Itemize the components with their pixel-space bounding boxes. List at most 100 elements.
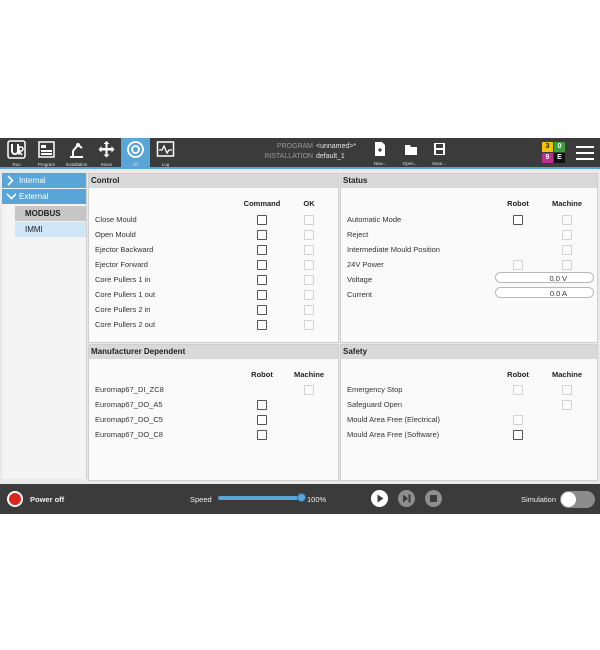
nav-move[interactable]: Move [92,138,121,167]
ok-checkbox-close-mould [304,215,314,225]
sidebar-item-external-label: External [19,192,49,201]
status-row-label: 24V Power [347,260,384,269]
folder-icon [405,145,417,155]
status-row-label: Intermediate Mould Position [347,245,440,254]
play-icon [377,494,384,503]
machine-checkbox-automatic-mode [562,215,572,225]
control-row-label: Core Pullers 2 in [95,305,151,314]
control-row-label: Open Mould [95,230,136,239]
nav-io[interactable]: I/O [121,138,150,167]
ok-checkbox-open-mould [304,230,314,240]
status-row-label: Reject [347,230,369,239]
badge-bl: 9 [542,153,553,163]
top-bar: Run Program Installation Move I/O Log PR… [0,138,600,169]
open-button[interactable]: Open... [398,140,422,167]
safety-col-robot: Robot [507,370,529,379]
safety-col-machine: Machine [551,370,582,379]
sidebar-item-modbus[interactable]: MODBUS [15,206,86,221]
command-checkbox-core-pullers-2-out[interactable] [257,320,267,330]
sidebar-item-internal-label: Internal [19,176,46,185]
command-checkbox-core-pullers-1-out[interactable] [257,290,267,300]
status-badge[interactable]: 3 0 9 E [542,142,566,164]
ur-logo-icon [7,140,26,159]
machine-checkbox-intermediate-mould-position [562,245,572,255]
control-row-label: Ejector Forward [95,260,148,269]
control-panel: Control Command OK Close Mould Open Moul… [88,173,339,343]
manufacturer-col-machine: Machine [293,370,324,379]
save-icon [434,143,445,155]
step-icon [403,494,411,503]
ok-checkbox-ejector-backward [304,245,314,255]
manufacturer-panel: Manufacturer Dependent Robot Machine Eur… [88,344,339,481]
simulation-label: Simulation [521,495,557,504]
control-title: Control [89,174,338,188]
menu-icon[interactable] [576,146,594,164]
badge-tr: 0 [554,142,565,152]
robot-checkbox-mould-area-electrical [513,415,523,425]
power-icon [9,493,21,505]
command-checkbox-close-mould[interactable] [257,215,267,225]
command-checkbox-core-pullers-2-in[interactable] [257,305,267,315]
stop-button[interactable] [425,490,442,507]
control-col-command: Command [243,199,281,208]
simulation-toggle[interactable] [560,491,595,508]
speed-slider-handle[interactable] [297,493,306,502]
nav-program[interactable]: Program [32,138,61,167]
nav-run[interactable]: Run [2,138,31,167]
control-row-label: Core Pullers 2 out [95,320,156,329]
chevron-right-icon [7,175,14,186]
status-title: Status [341,174,597,188]
robot-checkbox-do-c8[interactable] [257,430,267,440]
program-key: PROGRAM [276,143,313,150]
robot-checkbox-do-c5[interactable] [257,415,267,425]
save-button[interactable]: Save... [427,140,451,167]
command-checkbox-ejector-backward[interactable] [257,245,267,255]
machine-checkbox-emergency-stop [562,385,572,395]
robot-checkbox-mould-area-software[interactable] [513,430,523,440]
nav-log[interactable]: Log [151,138,180,167]
sidebar-item-modbus-label: MODBUS [25,209,61,218]
status-panel: Status Robot Machine Automatic Mode Reje… [340,173,598,343]
speed-value: 100% [307,495,327,504]
play-button[interactable] [371,490,388,507]
stop-icon [430,495,437,502]
robot-checkbox-automatic-mode[interactable] [513,215,523,225]
sidebar: Internal External MODBUS IMMI [2,173,87,479]
ok-checkbox-core-pullers-1-in [304,275,314,285]
sidebar-item-immi[interactable]: IMMI [15,222,86,237]
safety-row-label: Mould Area Free (Electrical) [347,415,440,424]
io-icon [127,141,144,158]
open-label: Open... [402,161,418,166]
safety-row-label: Safeguard Open [347,400,403,409]
nav-installation[interactable]: Installation [62,138,91,167]
robot-checkbox-emergency-stop [513,385,523,395]
ok-checkbox-core-pullers-2-in [304,305,314,315]
speed-slider-track[interactable] [218,496,302,500]
sidebar-item-internal[interactable]: Internal [2,173,86,188]
new-button[interactable]: New... [368,140,392,167]
machine-checkbox-reject [562,230,572,240]
manufacturer-title: Manufacturer Dependent [89,345,338,359]
control-row-label: Core Pullers 1 in [95,275,151,284]
move-icon [98,141,115,158]
robot-checkbox-do-a5[interactable] [257,400,267,410]
ok-checkbox-core-pullers-1-out [304,290,314,300]
status-row-label: Current [347,290,373,299]
manufacturer-row-label: Euromap67_DO_C8 [95,430,163,439]
control-row-label: Ejector Backward [95,245,154,254]
command-checkbox-open-mould[interactable] [257,230,267,240]
new-file-icon [375,142,385,156]
power-button[interactable] [7,491,23,507]
command-checkbox-core-pullers-1-in[interactable] [257,275,267,285]
sidebar-item-external[interactable]: External [2,189,86,204]
ok-checkbox-ejector-forward [304,260,314,270]
new-label: New... [373,161,387,166]
command-checkbox-ejector-forward[interactable] [257,260,267,270]
step-button[interactable] [398,490,415,507]
safety-panel: Safety Robot Machine Emergency Stop Safe… [340,344,598,481]
installation-key: INSTALLATION [264,153,313,160]
manufacturer-row-label: Euromap67_DO_C5 [95,415,163,424]
status-col-robot: Robot [507,199,529,208]
manufacturer-row-label: Euromap67_DI_ZC8 [95,385,164,394]
toggle-knob [561,492,576,507]
